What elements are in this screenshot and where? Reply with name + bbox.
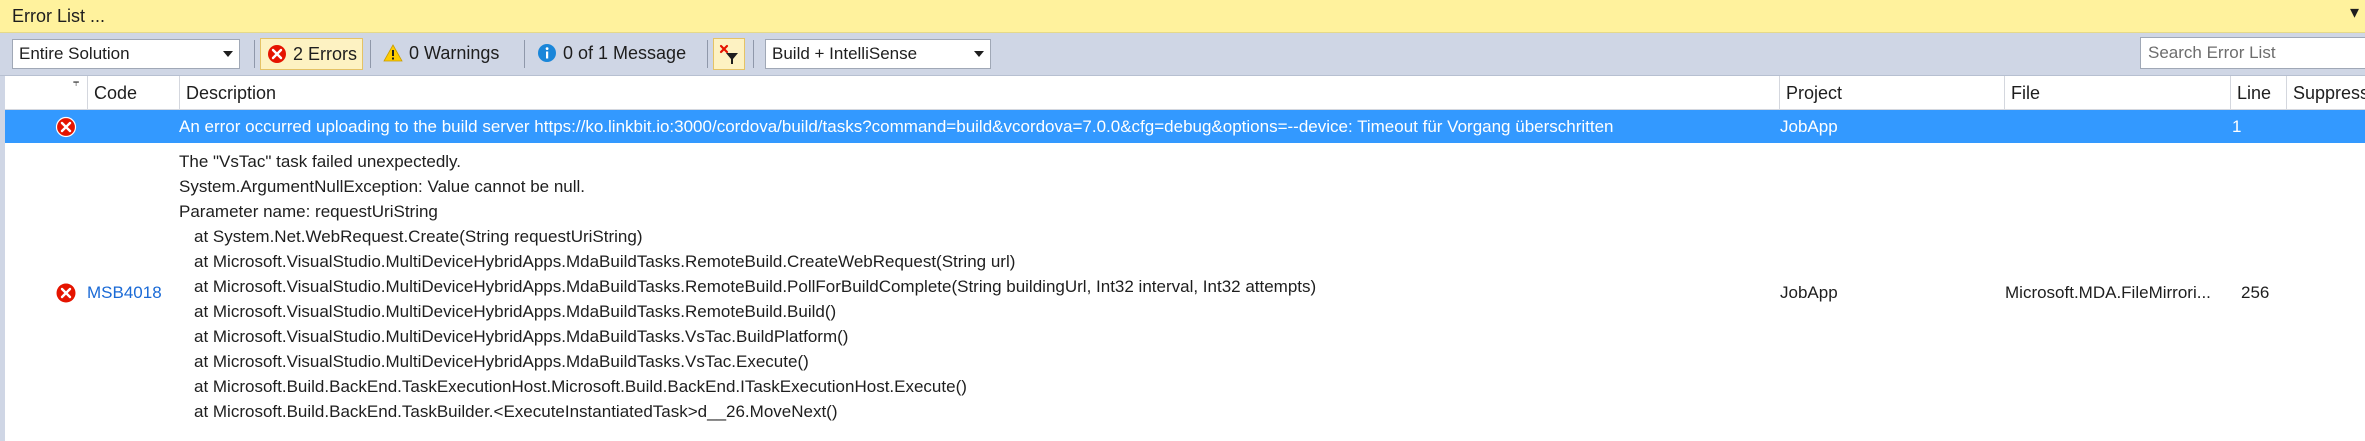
window-title: Error List ...	[12, 6, 106, 26]
description-line: Parameter name: requestUriString	[179, 202, 438, 221]
table-row[interactable]: MSB4018 The "VsTac" task failed unexpect…	[5, 143, 2365, 441]
stack-trace-line: at Microsoft.Build.BackEnd.TaskBuilder.<…	[194, 402, 838, 421]
error-circle-icon	[56, 283, 76, 303]
scope-dropdown[interactable]: Entire Solution	[12, 39, 240, 69]
toolbar-separator	[753, 40, 754, 68]
messages-filter-button[interactable]: 0 of 1 Message	[531, 38, 701, 70]
description-line: System.ArgumentNullException: Value cann…	[179, 177, 586, 196]
warning-triangle-icon	[383, 44, 403, 62]
info-circle-icon	[538, 44, 556, 62]
stack-trace-line: at System.Net.WebRequest.Create(String r…	[194, 227, 643, 246]
build-source-dropdown[interactable]: Build + IntelliSense	[765, 39, 991, 69]
messages-filter-label: 0 of 1 Message	[563, 43, 687, 63]
error-list-toolbar: Entire Solution 2 Errors 0 Warnings 0 of…	[0, 33, 2365, 76]
row-line: 256	[2241, 283, 2270, 302]
column-header-project[interactable]: Project	[1779, 76, 2004, 110]
row-description: An error occurred uploading to the build…	[179, 117, 1614, 136]
row-file: Microsoft.MDA.FileMirrori...	[2005, 283, 2211, 302]
column-header-code[interactable]: Code	[87, 76, 179, 110]
window-title-bar: Error List ... ▾	[0, 0, 2365, 33]
error-circle-icon	[268, 45, 286, 63]
warnings-filter-button[interactable]: 0 Warnings	[377, 38, 517, 70]
column-header-icon[interactable]: ⫧	[5, 76, 87, 110]
column-options-icon: ⫧	[73, 77, 80, 89]
chevron-down-icon[interactable]: ▾	[2350, 2, 2359, 23]
stack-trace-line: at Microsoft.VisualStudio.MultiDeviceHyb…	[194, 277, 1317, 296]
stack-trace-line: at Microsoft.Build.BackEnd.TaskExecution…	[194, 377, 967, 396]
dropdown-arrow-icon	[974, 51, 984, 57]
stack-trace-line: at Microsoft.VisualStudio.MultiDeviceHyb…	[194, 327, 849, 346]
row-description: The "VsTac" task failed unexpectedly. Sy…	[179, 149, 1779, 424]
column-header-suppression[interactable]: Suppressi	[2286, 76, 2365, 110]
error-list-grid: ⫧ Code Description Project File Line Sup…	[0, 76, 2365, 441]
scope-dropdown-value: Entire Solution	[19, 44, 130, 63]
filter-toggle-button[interactable]	[713, 38, 745, 70]
toolbar-separator	[254, 40, 255, 68]
description-line: The "VsTac" task failed unexpectedly.	[179, 152, 462, 171]
column-header-description[interactable]: Description	[179, 76, 1779, 110]
stack-trace-line: at Microsoft.VisualStudio.MultiDeviceHyb…	[194, 352, 809, 371]
errors-filter-button[interactable]: 2 Errors	[260, 38, 363, 70]
errors-filter-label: 2 Errors	[293, 44, 358, 64]
row-line: 1	[2232, 117, 2242, 136]
row-project: JobApp	[1780, 283, 1838, 302]
row-code-link[interactable]: MSB4018	[87, 283, 162, 303]
dropdown-arrow-icon	[223, 51, 233, 57]
build-source-dropdown-value: Build + IntelliSense	[772, 44, 918, 63]
warnings-filter-label: 0 Warnings	[409, 43, 500, 63]
row-project: JobApp	[1780, 117, 1838, 136]
table-row[interactable]: An error occurred uploading to the build…	[5, 110, 2365, 143]
toolbar-separator	[370, 40, 371, 68]
stack-trace-line: at Microsoft.VisualStudio.MultiDeviceHyb…	[194, 252, 1016, 271]
column-header-file[interactable]: File	[2004, 76, 2230, 110]
filter-icon	[719, 44, 738, 64]
column-header-line[interactable]: Line	[2230, 76, 2286, 110]
toolbar-separator	[524, 40, 525, 68]
stack-trace-line: at Microsoft.VisualStudio.MultiDeviceHyb…	[194, 302, 837, 321]
search-error-list-input[interactable]: Search Error List	[2140, 37, 2365, 69]
search-placeholder: Search Error List	[2148, 43, 2276, 62]
grid-header: ⫧ Code Description Project File Line Sup…	[5, 76, 2365, 110]
toolbar-separator	[707, 40, 708, 68]
error-circle-icon	[55, 116, 77, 138]
